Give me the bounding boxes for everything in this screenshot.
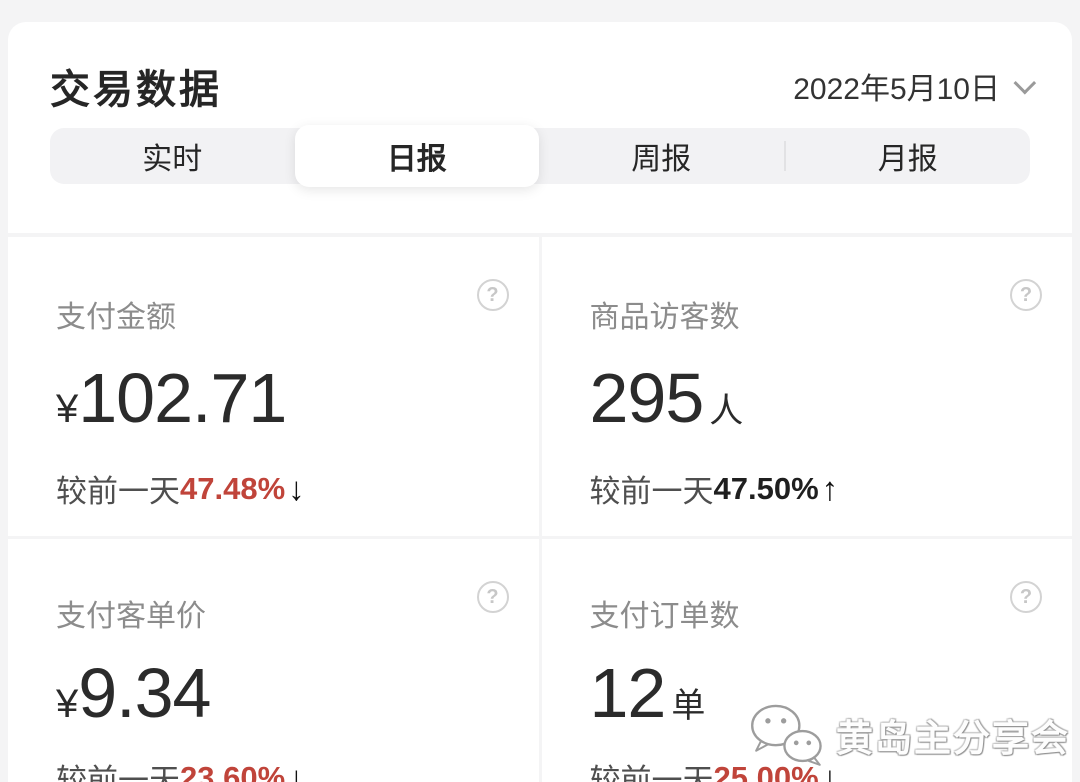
page-title: 交易数据 [50,68,222,112]
help-icon[interactable]: ? [1010,279,1042,311]
tab-monthly[interactable]: 月报 [786,128,1031,184]
metric-label: 支付订单数 [589,600,740,633]
metric-change-row: 较前一天 25.00% ↓ [590,755,1025,782]
change-percent: 47.50% [713,470,819,506]
panel-header: 交易数据 2022年5月10日 实时 日报 周报 月报 [8,22,1072,233]
change-percent: 23.60% [180,759,286,782]
compare-label: 较前一天 [56,763,180,782]
date-label: 2022年5月10日 [793,73,1000,106]
metric-label: 支付金额 [56,301,176,334]
arrow-down-icon: ↓ [821,758,839,782]
metric-card-payment-orders: ? 支付订单数 12 单 较前一天 25.00% ↓ [541,539,1072,782]
metric-change-row: 较前一天 23.60% ↓ [56,755,491,782]
unit-suffix: 单 [671,687,706,725]
help-icon[interactable]: ? [1010,581,1042,613]
metric-change-row: 较前一天 47.48% ↓ [56,466,491,511]
compare-label: 较前一天 [589,474,714,509]
arrow-down-icon: ↓ [288,758,305,782]
help-icon[interactable]: ? [476,581,509,613]
metric-value: 9.34 [78,654,211,732]
metric-card-payment-amount: ? 支付金额 ¥ 102.71 较前一天 47.48% ↓ [8,237,539,536]
report-period-tabs: 实时 日报 周报 月报 [50,125,1031,187]
metric-value: 102.71 [78,359,287,437]
metric-label: 商品访客数 [589,301,740,334]
arrow-up-icon: ↑ [821,469,839,507]
arrow-down-icon: ↓ [288,469,305,507]
chevron-down-icon [1013,71,1037,95]
metric-label: 支付客单价 [56,600,206,633]
page-top-gap [0,0,1080,22]
metric-card-product-visitors: ? 商品访客数 295 人 较前一天 47.50% ↑ [541,237,1072,536]
help-icon[interactable]: ? [476,279,509,311]
transaction-data-panel: 交易数据 2022年5月10日 实时 日报 周报 月报 ? 支付金额 ¥ 102… [8,22,1072,782]
tab-daily[interactable]: 日报 [294,125,539,187]
metric-grid: ? 支付金额 ¥ 102.71 较前一天 47.48% ↓ ? 商品访客数 29… [8,237,1072,782]
tab-weekly[interactable]: 周报 [539,128,784,184]
metric-value-row: ¥ 102.71 [56,358,491,438]
metric-card-price-per-customer: ? 支付客单价 ¥ 9.34 较前一天 23.60% ↓ [8,539,539,782]
compare-label: 较前一天 [56,474,180,509]
date-picker[interactable]: 2022年5月10日 [793,64,1037,108]
metric-change-row: 较前一天 47.50% ↑ [590,466,1025,511]
tab-realtime[interactable]: 实时 [50,128,295,184]
currency-symbol: ¥ [56,387,79,431]
metric-value: 12 [589,654,667,732]
unit-suffix: 人 [709,392,744,430]
metric-value-row: 12 单 [590,653,1025,733]
change-percent: 25.00% [713,759,819,782]
metric-value-row: 295 人 [590,358,1025,438]
compare-label: 较前一天 [589,763,714,782]
metric-value-row: ¥ 9.34 [56,653,491,733]
change-percent: 47.48% [180,470,286,506]
metric-value: 295 [589,359,705,437]
currency-symbol: ¥ [56,682,79,726]
